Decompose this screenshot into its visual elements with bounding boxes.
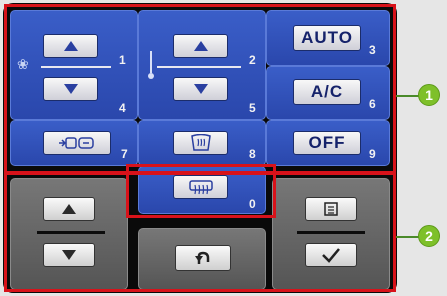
callout-line-2 [396, 236, 420, 238]
callout-label-2: 2 [425, 228, 433, 244]
highlight-frame-notch [126, 164, 276, 218]
callout-badge-2: 2 [418, 225, 440, 247]
callout-label-1: 1 [425, 87, 433, 103]
highlight-frame-1 [4, 4, 396, 174]
callout-badge-1: 1 [418, 84, 440, 106]
callout-line-1 [396, 95, 420, 97]
